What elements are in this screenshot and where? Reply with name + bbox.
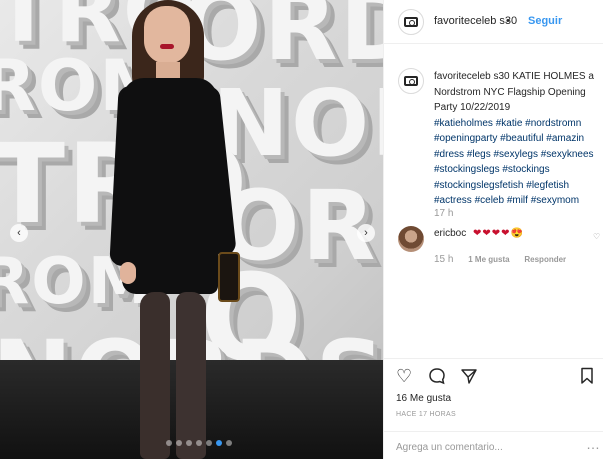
comment-meta: 15 h 1 Me gusta Responder	[434, 254, 578, 265]
more-options-icon[interactable]: …	[586, 436, 600, 452]
caption-timestamp: 17 h	[434, 208, 454, 219]
carousel-dot	[176, 440, 182, 446]
caption-hashtags[interactable]: #dress #legs #sexylegs #sexyknees	[434, 147, 603, 163]
subject-lips	[160, 44, 174, 49]
comment-likes[interactable]: 1 Me gusta	[468, 255, 509, 264]
post-sidebar: favoriteceleb s30 • Seguir favoriteceleb…	[383, 0, 603, 459]
small-heart-icon[interactable]: ♡	[593, 232, 600, 241]
caption-hashtags[interactable]: #stockingslegs #stockings	[434, 162, 603, 178]
comment-input[interactable]: Agrega un comentario...	[396, 442, 503, 453]
post-header: favoriteceleb s30 • Seguir	[384, 0, 603, 44]
camera-icon	[404, 76, 418, 86]
carousel-prev-button[interactable]: ‹	[10, 224, 28, 242]
post-username[interactable]: favoriteceleb s30	[434, 15, 517, 27]
caption-hashtags[interactable]: #openingparty #beautiful #amazin	[434, 131, 603, 147]
caption-text: Nordstrom NYC Flagship Opening	[434, 86, 586, 98]
commenter-avatar[interactable]	[398, 226, 424, 252]
subject-face	[144, 6, 190, 64]
comment-username[interactable]: ericboc	[434, 228, 466, 239]
caption-username[interactable]: favoriteceleb s30	[434, 71, 510, 82]
caption-text: Party 10/22/2019	[434, 102, 511, 113]
post-actions: ♡ 16 Me gusta HACE 17 HORAS Agrega un co…	[384, 358, 603, 459]
bookmark-icon[interactable]	[580, 367, 594, 388]
caption-text: KATIE HOLMES a	[512, 71, 594, 82]
comment-bubble-icon[interactable]	[428, 367, 446, 388]
subject-dress	[122, 78, 218, 294]
post-timestamp: HACE 17 HORAS	[396, 411, 456, 418]
caption-hashtags[interactable]: #actress #celeb #milf #sexymom	[434, 193, 603, 209]
carousel-dot	[186, 440, 192, 446]
subject-leg	[176, 292, 206, 459]
subject-hand	[120, 262, 136, 284]
follow-button[interactable]: Seguir	[528, 15, 562, 27]
caption-hashtags[interactable]: #stockingslegsfetish #legfetish	[434, 178, 603, 194]
reply-button[interactable]: Responder	[524, 255, 566, 264]
camera-icon	[404, 17, 418, 27]
carousel-next-button[interactable]: ›	[357, 224, 375, 242]
heart-outline-icon[interactable]: ♡	[396, 367, 412, 385]
carousel-dot	[196, 440, 202, 446]
likes-count[interactable]: 16 Me gusta	[396, 393, 451, 404]
post-caption: favoriteceleb s30 KATIE HOLMES a Nordstr…	[434, 69, 603, 209]
caption-hashtags[interactable]: #katieholmes #katie #nordstromn	[434, 116, 603, 132]
carousel-dot	[166, 440, 172, 446]
carousel-dots	[166, 440, 232, 446]
comment-text: ❤❤❤❤😍	[473, 228, 524, 239]
post-photo[interactable]: TRO ORD ROM NORD TRO ORDS ROM O NORDS ‹ …	[0, 0, 383, 459]
user-avatar[interactable]	[398, 9, 424, 35]
comment-timestamp: 15 h	[434, 254, 454, 265]
caption-avatar[interactable]	[398, 68, 424, 94]
carousel-dot	[206, 440, 212, 446]
subject-clutch	[218, 252, 240, 302]
carousel-dot	[216, 440, 222, 446]
photo-subject	[100, 0, 250, 459]
carousel-dot	[226, 440, 232, 446]
comment: ericboc ❤❤❤❤😍	[434, 228, 524, 239]
separator-dot: •	[506, 15, 510, 27]
paper-plane-icon[interactable]	[460, 367, 478, 388]
add-comment-bar: Agrega un comentario... …	[384, 431, 603, 459]
subject-leg	[140, 292, 170, 459]
